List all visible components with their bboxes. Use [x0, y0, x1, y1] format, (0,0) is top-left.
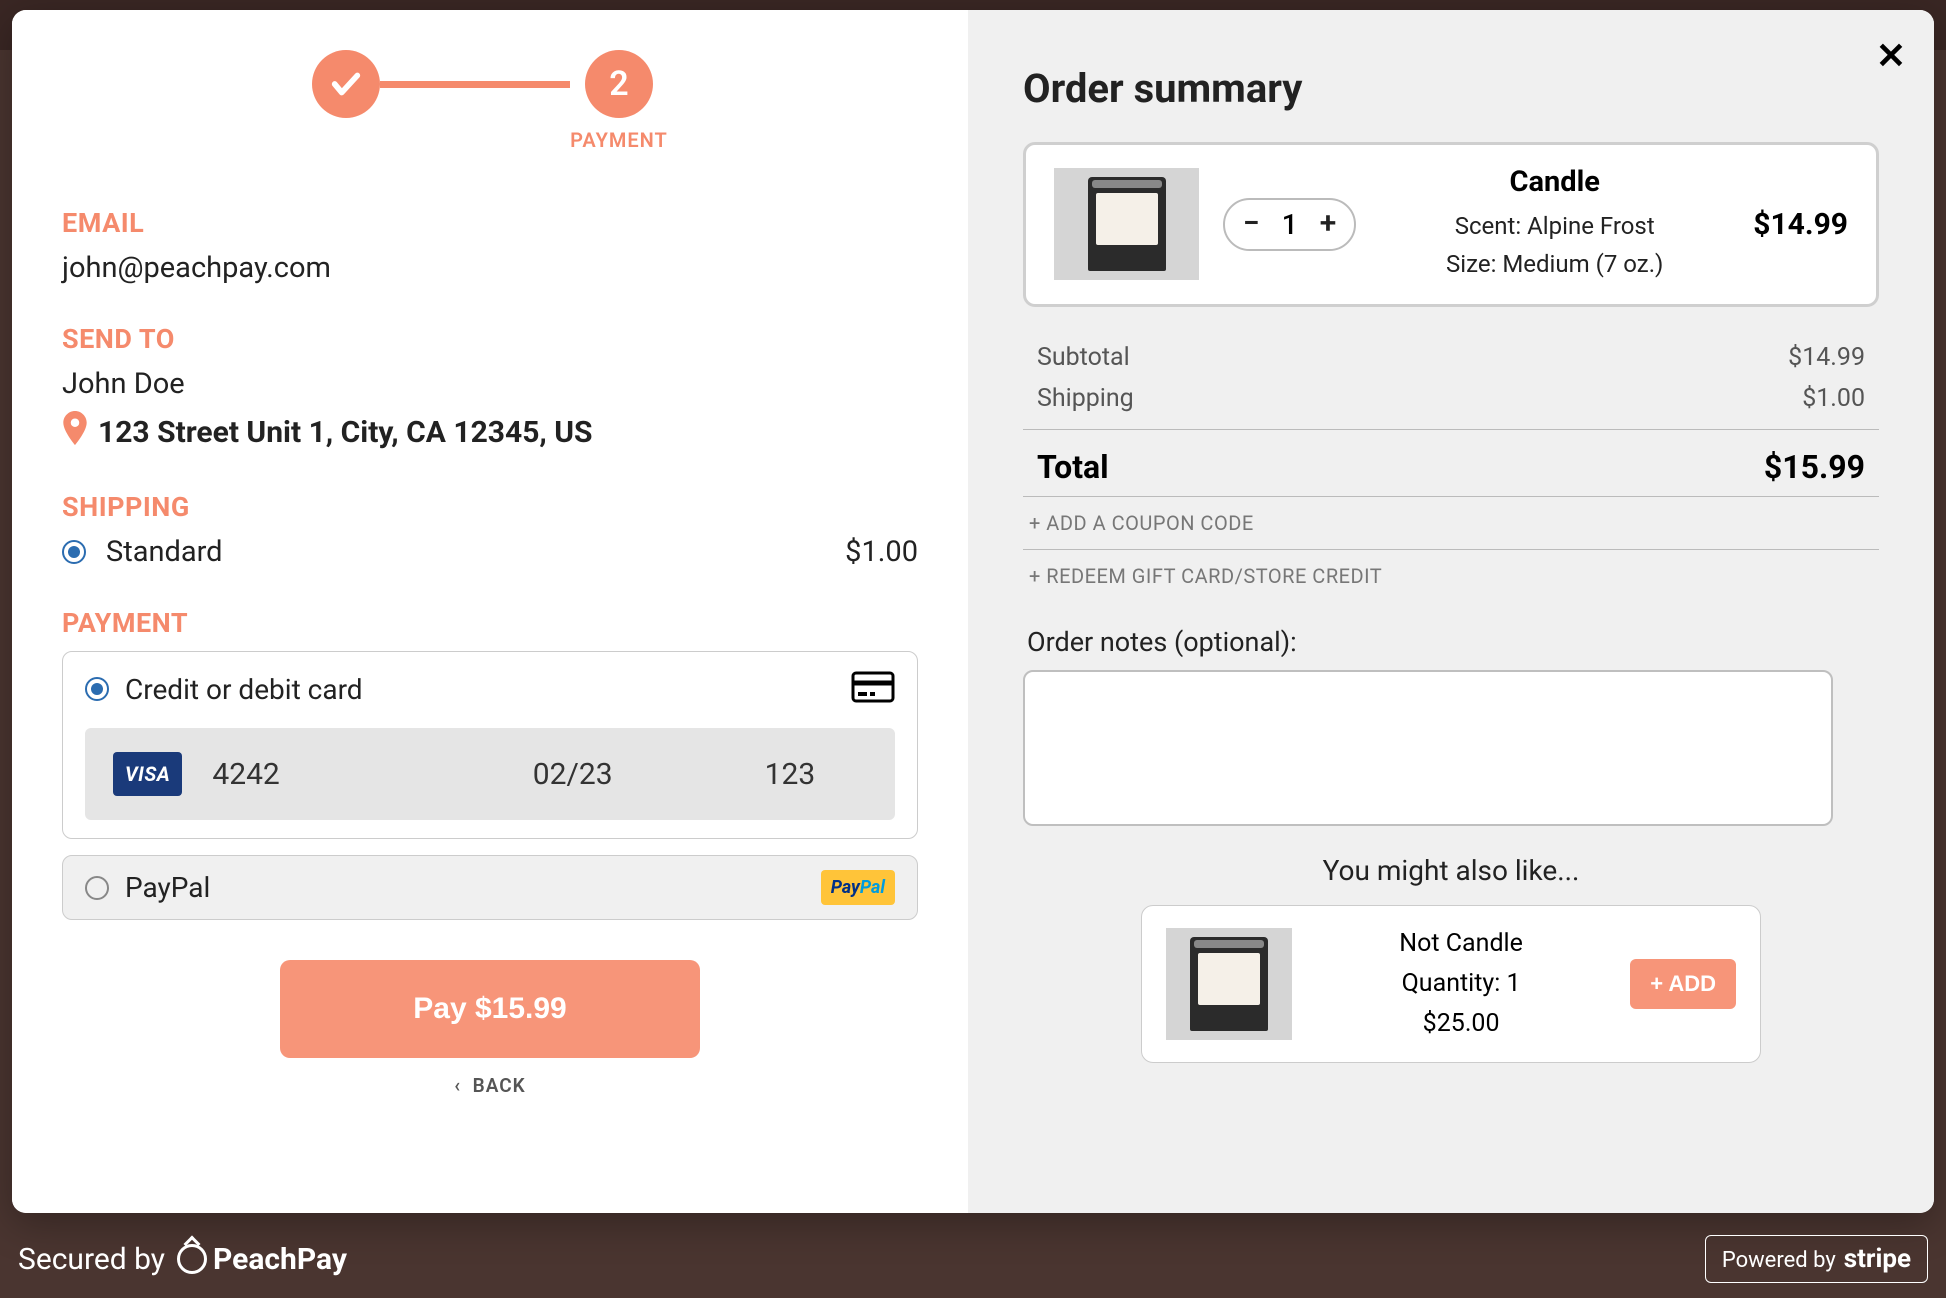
- footer-bar: Secured by PeachPay Powered by stripe: [0, 1220, 1946, 1298]
- upsell-add-button[interactable]: + ADD: [1630, 959, 1736, 1009]
- total-value: $15.99: [1764, 448, 1865, 486]
- shipping-option-name: Standard: [106, 535, 223, 569]
- item-size: Size: Medium (7 oz.): [1380, 245, 1729, 283]
- peach-icon: [177, 1244, 207, 1274]
- total-label: Total: [1037, 448, 1109, 486]
- send-to-label: SEND TO: [62, 323, 918, 355]
- shipping-option-price: $1.00: [845, 535, 918, 569]
- add-coupon-link[interactable]: + ADD A COUPON CODE: [1023, 496, 1879, 549]
- location-pin-icon: [62, 411, 88, 453]
- visa-badge-icon: VISA: [113, 752, 182, 796]
- upsell-title: You might also like...: [1023, 854, 1879, 887]
- peachpay-logo: PeachPay: [177, 1242, 347, 1277]
- order-notes-label: Order notes (optional):: [1027, 626, 1879, 658]
- checkout-stepper: 2 PAYMENT: [62, 50, 918, 152]
- payment-option-card[interactable]: Credit or debit card VISA 4242 02/23 123: [62, 651, 918, 839]
- qty-value: 1: [1282, 208, 1298, 241]
- brand-name: PeachPay: [213, 1242, 347, 1277]
- shipping-standard-radio[interactable]: [62, 540, 86, 564]
- card-number-field[interactable]: 4242: [212, 757, 432, 792]
- quantity-stepper: − 1 +: [1223, 198, 1356, 251]
- order-summary-title: Order summary: [1023, 65, 1879, 112]
- step-2-label: PAYMENT: [570, 128, 668, 152]
- upsell-price: $25.00: [1320, 1004, 1602, 1044]
- upsell-product-image: [1166, 928, 1292, 1040]
- divider: [1023, 429, 1879, 430]
- recipient-name: John Doe: [62, 367, 918, 401]
- order-notes-input[interactable]: [1023, 670, 1833, 826]
- paypal-logo-icon: PayPal: [821, 870, 895, 905]
- item-price: $14.99: [1753, 207, 1848, 242]
- card-radio[interactable]: [85, 677, 109, 701]
- subtotal-label: Subtotal: [1037, 343, 1130, 372]
- item-scent: Scent: Alpine Frost: [1380, 207, 1729, 245]
- subtotal-value: $14.99: [1788, 343, 1865, 372]
- shipping-label: SHIPPING: [62, 491, 918, 523]
- shipping-cost-value: $1.00: [1802, 384, 1865, 413]
- stripe-logo: stripe: [1844, 1244, 1911, 1274]
- stripe-prefix: Powered by: [1722, 1248, 1836, 1273]
- powered-by-stripe: Powered by stripe: [1705, 1235, 1928, 1283]
- card-expiry-field[interactable]: 02/23: [463, 757, 683, 792]
- shipping-address: 123 Street Unit 1, City, CA 12345, US: [98, 415, 593, 450]
- checkout-modal: 2 PAYMENT EMAIL john@peachpay.com SEND T…: [12, 10, 1934, 1213]
- qty-decrease-button[interactable]: −: [1243, 209, 1260, 239]
- shipping-cost-row: Shipping $1.00: [1023, 378, 1879, 419]
- email-value: john@peachpay.com: [62, 251, 918, 285]
- payment-option-paypal[interactable]: PayPal PayPal: [62, 855, 918, 920]
- shipping-cost-label: Shipping: [1037, 384, 1134, 413]
- shipping-option-row[interactable]: Standard $1.00: [62, 535, 918, 569]
- order-summary-panel: ✕ Order summary − 1 + Candle Scent: Alpi…: [968, 10, 1934, 1213]
- secured-label: Secured by: [18, 1242, 165, 1277]
- secured-by: Secured by PeachPay: [18, 1242, 347, 1277]
- upsell-card: Not Candle Quantity: 1 $25.00 + ADD: [1141, 905, 1761, 1063]
- upsell-qty: Quantity: 1: [1320, 964, 1602, 1004]
- chevron-left-icon: ‹: [454, 1074, 461, 1097]
- card-input-row[interactable]: VISA 4242 02/23 123: [85, 728, 895, 820]
- total-row: Total $15.99: [1023, 438, 1879, 496]
- checkmark-icon: [312, 50, 380, 118]
- address-row: 123 Street Unit 1, City, CA 12345, US: [62, 411, 918, 453]
- credit-card-icon: [851, 670, 895, 708]
- cart-item: − 1 + Candle Scent: Alpine Frost Size: M…: [1023, 142, 1879, 307]
- step-connector: [380, 81, 570, 88]
- close-icon[interactable]: ✕: [1876, 38, 1906, 74]
- step-1: [312, 50, 380, 118]
- paypal-radio[interactable]: [85, 876, 109, 900]
- back-link[interactable]: ‹ BACK: [62, 1074, 918, 1097]
- card-cvc-field[interactable]: 123: [713, 757, 867, 792]
- item-name: Candle: [1380, 165, 1729, 199]
- email-label: EMAIL: [62, 207, 918, 239]
- checkout-form-panel: 2 PAYMENT EMAIL john@peachpay.com SEND T…: [12, 10, 968, 1213]
- subtotal-row: Subtotal $14.99: [1023, 337, 1879, 378]
- qty-increase-button[interactable]: +: [1320, 209, 1337, 239]
- back-label: BACK: [473, 1074, 526, 1097]
- payment-label: PAYMENT: [62, 607, 918, 639]
- product-image: [1054, 168, 1199, 280]
- step-2-circle: 2: [585, 50, 653, 118]
- upsell-name: Not Candle: [1320, 924, 1602, 964]
- redeem-giftcard-link[interactable]: + REDEEM GIFT CARD/STORE CREDIT: [1023, 549, 1879, 602]
- paypal-option-label: PayPal: [125, 871, 210, 904]
- card-option-label: Credit or debit card: [125, 673, 363, 706]
- step-2: 2 PAYMENT: [570, 50, 668, 152]
- pay-button[interactable]: Pay $15.99: [280, 960, 700, 1058]
